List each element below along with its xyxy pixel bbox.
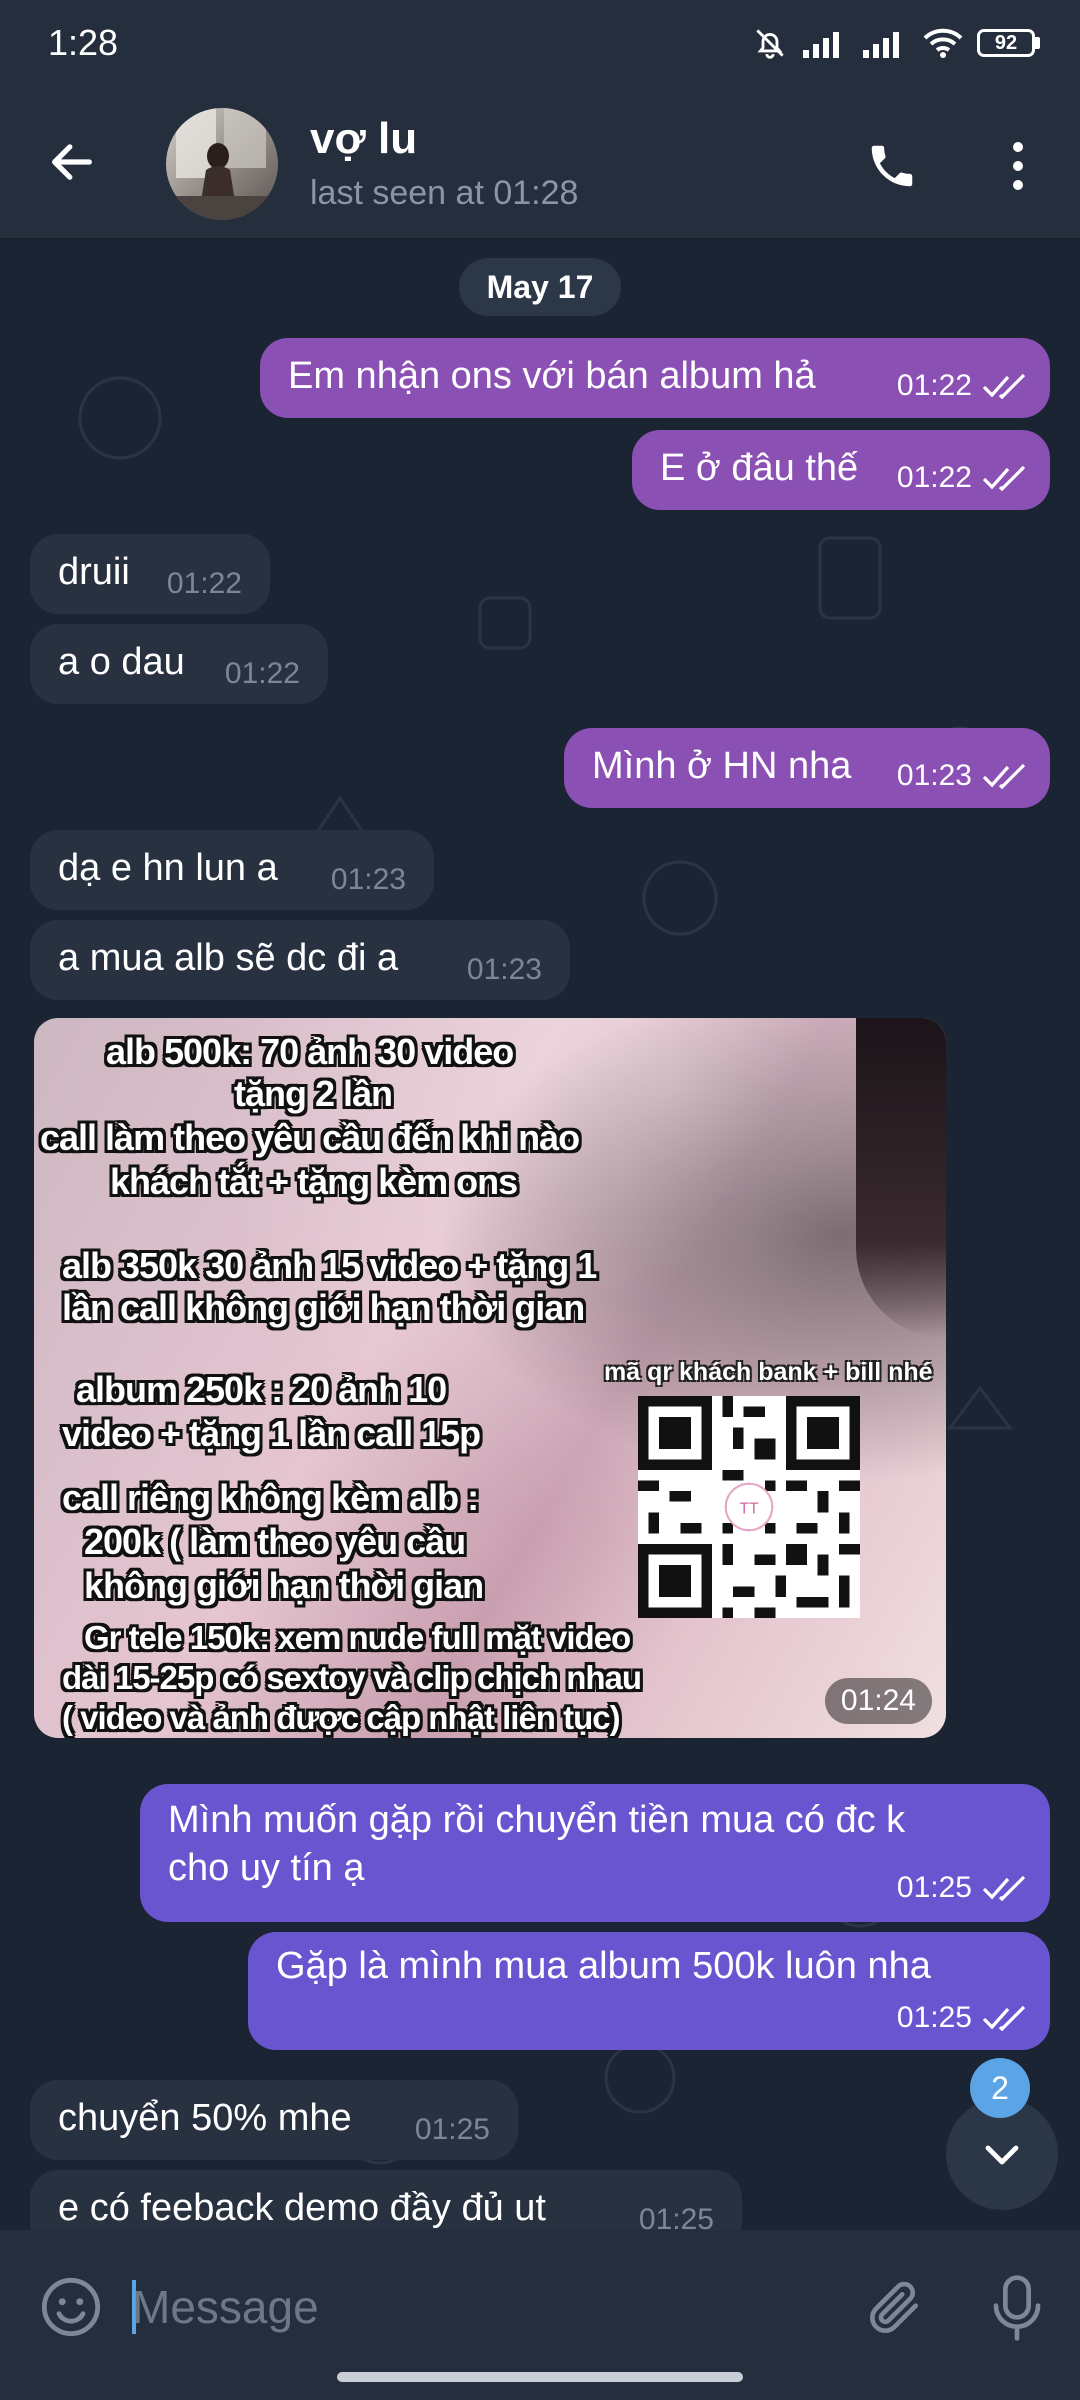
incoming-message[interactable]: a mua alb sẽ dc đi a 01:23 [30,920,570,1000]
qr-code: TT [638,1396,860,1618]
message-text: a mua alb sẽ dc đi a [58,937,399,979]
incoming-message[interactable]: a o dau 01:22 [30,624,328,704]
message-text: a o dau [58,641,185,683]
message-time: 01:22 [896,369,972,402]
qr-caption: mã qr khách bank + bill nhé [604,1358,933,1386]
promo-text: tặng 2 lần [234,1073,393,1114]
more-options-button[interactable] [990,130,1046,202]
incoming-message[interactable]: chuyển 50% mhe 01:25 [30,2080,518,2160]
message-text: Mình muốn gặp rồi chuyển tiền mua có đc … [168,1799,906,1889]
promo-text: ( video và ảnh được cập nhật liên tục) [62,1699,621,1736]
outgoing-message[interactable]: Mình muốn gặp rồi chuyển tiền mua có đc … [140,1784,1050,1922]
home-indicator[interactable] [337,2372,743,2382]
status-bar: 1:28 92 [0,0,1080,90]
back-button[interactable] [40,130,104,194]
promo-text: alb 350k 30 ảnh 15 video + tặng 1 [62,1245,597,1286]
voice-message-button[interactable] [980,2268,1054,2348]
message-time: 01:25 [414,2113,490,2146]
signal-icon [863,32,899,58]
message-time: 01:22 [166,567,242,600]
phone-icon [871,145,913,187]
message-time: 01:25 [896,1871,972,1904]
outgoing-message[interactable]: Mình ở HN nha 01:23 [564,728,1050,808]
outgoing-message[interactable]: Em nhận ons với bán album hả 01:22 [260,338,1050,418]
attach-button[interactable] [858,2270,932,2344]
promo-text: call làm theo yêu cầu đến khi nào [40,1117,580,1158]
image-message[interactable]: alb 500k: 70 ảnh 30 video tặng 2 lần cal… [34,1018,946,1738]
incoming-message[interactable]: e có feeback demo đầy đủ ut 01:25 [30,2170,742,2238]
message-text: chuyển 50% mhe [58,2097,352,2139]
chat-header: vợ lu last seen at 01:28 [0,90,1080,239]
call-button[interactable] [856,130,928,202]
promo-text: 200k ( làm theo yêu cầu [84,1521,466,1562]
message-time: 01:23 [896,759,972,792]
muted-bell-icon [756,29,784,59]
double-check-icon [982,465,1026,491]
back-arrow-icon [52,144,92,180]
promo-text: không giới hạn thời gian [84,1565,484,1606]
message-time: 01:22 [896,461,972,494]
double-check-icon [982,2005,1026,2031]
message-text: Em nhận ons với bán album hả [288,355,816,397]
date-separator: May 17 [459,258,621,316]
message-text: E ở đâu thế [660,447,859,489]
promo-text: alb 500k: 70 ảnh 30 video [106,1031,514,1072]
message-time: 01:24 [824,1678,932,1724]
promo-text: video + tặng 1 lần call 15p [62,1413,481,1454]
message-input[interactable] [130,2266,834,2348]
double-check-icon [982,1875,1026,1901]
promo-text: Gr tele 150k: xem nude full mặt video [84,1619,631,1656]
signal-icon [803,32,839,58]
more-vertical-icon [1013,142,1023,190]
promo-text: lần call không giới hạn thời gian [62,1287,585,1328]
promo-text: khách tắt + tặng kèm ons [110,1161,518,1202]
message-time: 01:23 [466,953,542,986]
status-icons: 92 [751,24,1040,62]
battery-icon: 92 [977,29,1040,57]
chat-area[interactable]: May 17 Em nhận ons với bán album hả 01:2… [0,238,1080,2238]
battery-level: 92 [977,29,1035,57]
outgoing-message[interactable]: E ở đâu thế 01:22 [632,430,1050,510]
paperclip-icon [870,2281,918,2333]
wifi-icon [923,28,963,58]
message-time: 01:25 [896,2001,972,2034]
promo-text: dài 15-25p có sextoy và clip chịch nhau [62,1659,642,1696]
chevron-down-icon [985,2145,1019,2165]
status-time: 1:28 [48,22,119,63]
emoji-button[interactable] [34,2270,108,2344]
unread-count-badge: 2 [970,2058,1030,2118]
last-seen-status: last seen at 01:28 [310,174,579,212]
qr-center-text: TT [739,1500,759,1517]
message-text: e có feeback demo đầy đủ ut [58,2187,546,2229]
message-time: 01:23 [330,863,406,896]
double-check-icon [982,763,1026,789]
incoming-message[interactable]: druii 01:22 [30,534,270,614]
avatar[interactable] [166,108,278,220]
promo-text: album 250k : 20 ảnh 10 [76,1369,447,1410]
message-text: dạ e hn lun a [58,847,278,889]
message-text: Mình ở HN nha [592,745,852,787]
message-text: druii [58,551,130,593]
microphone-icon [993,2275,1041,2341]
promo-text: call riêng không kèm alb : [62,1477,479,1518]
message-text: Gặp là mình mua album 500k luôn nha [276,1945,931,1987]
message-time: 01:22 [224,657,300,690]
contact-name[interactable]: vợ lu [310,114,417,164]
incoming-message[interactable]: dạ e hn lun a 01:23 [30,830,434,910]
emoji-icon [41,2277,101,2337]
outgoing-message[interactable]: Gặp là mình mua album 500k luôn nha 01:2… [248,1932,1050,2050]
double-check-icon [982,373,1026,399]
